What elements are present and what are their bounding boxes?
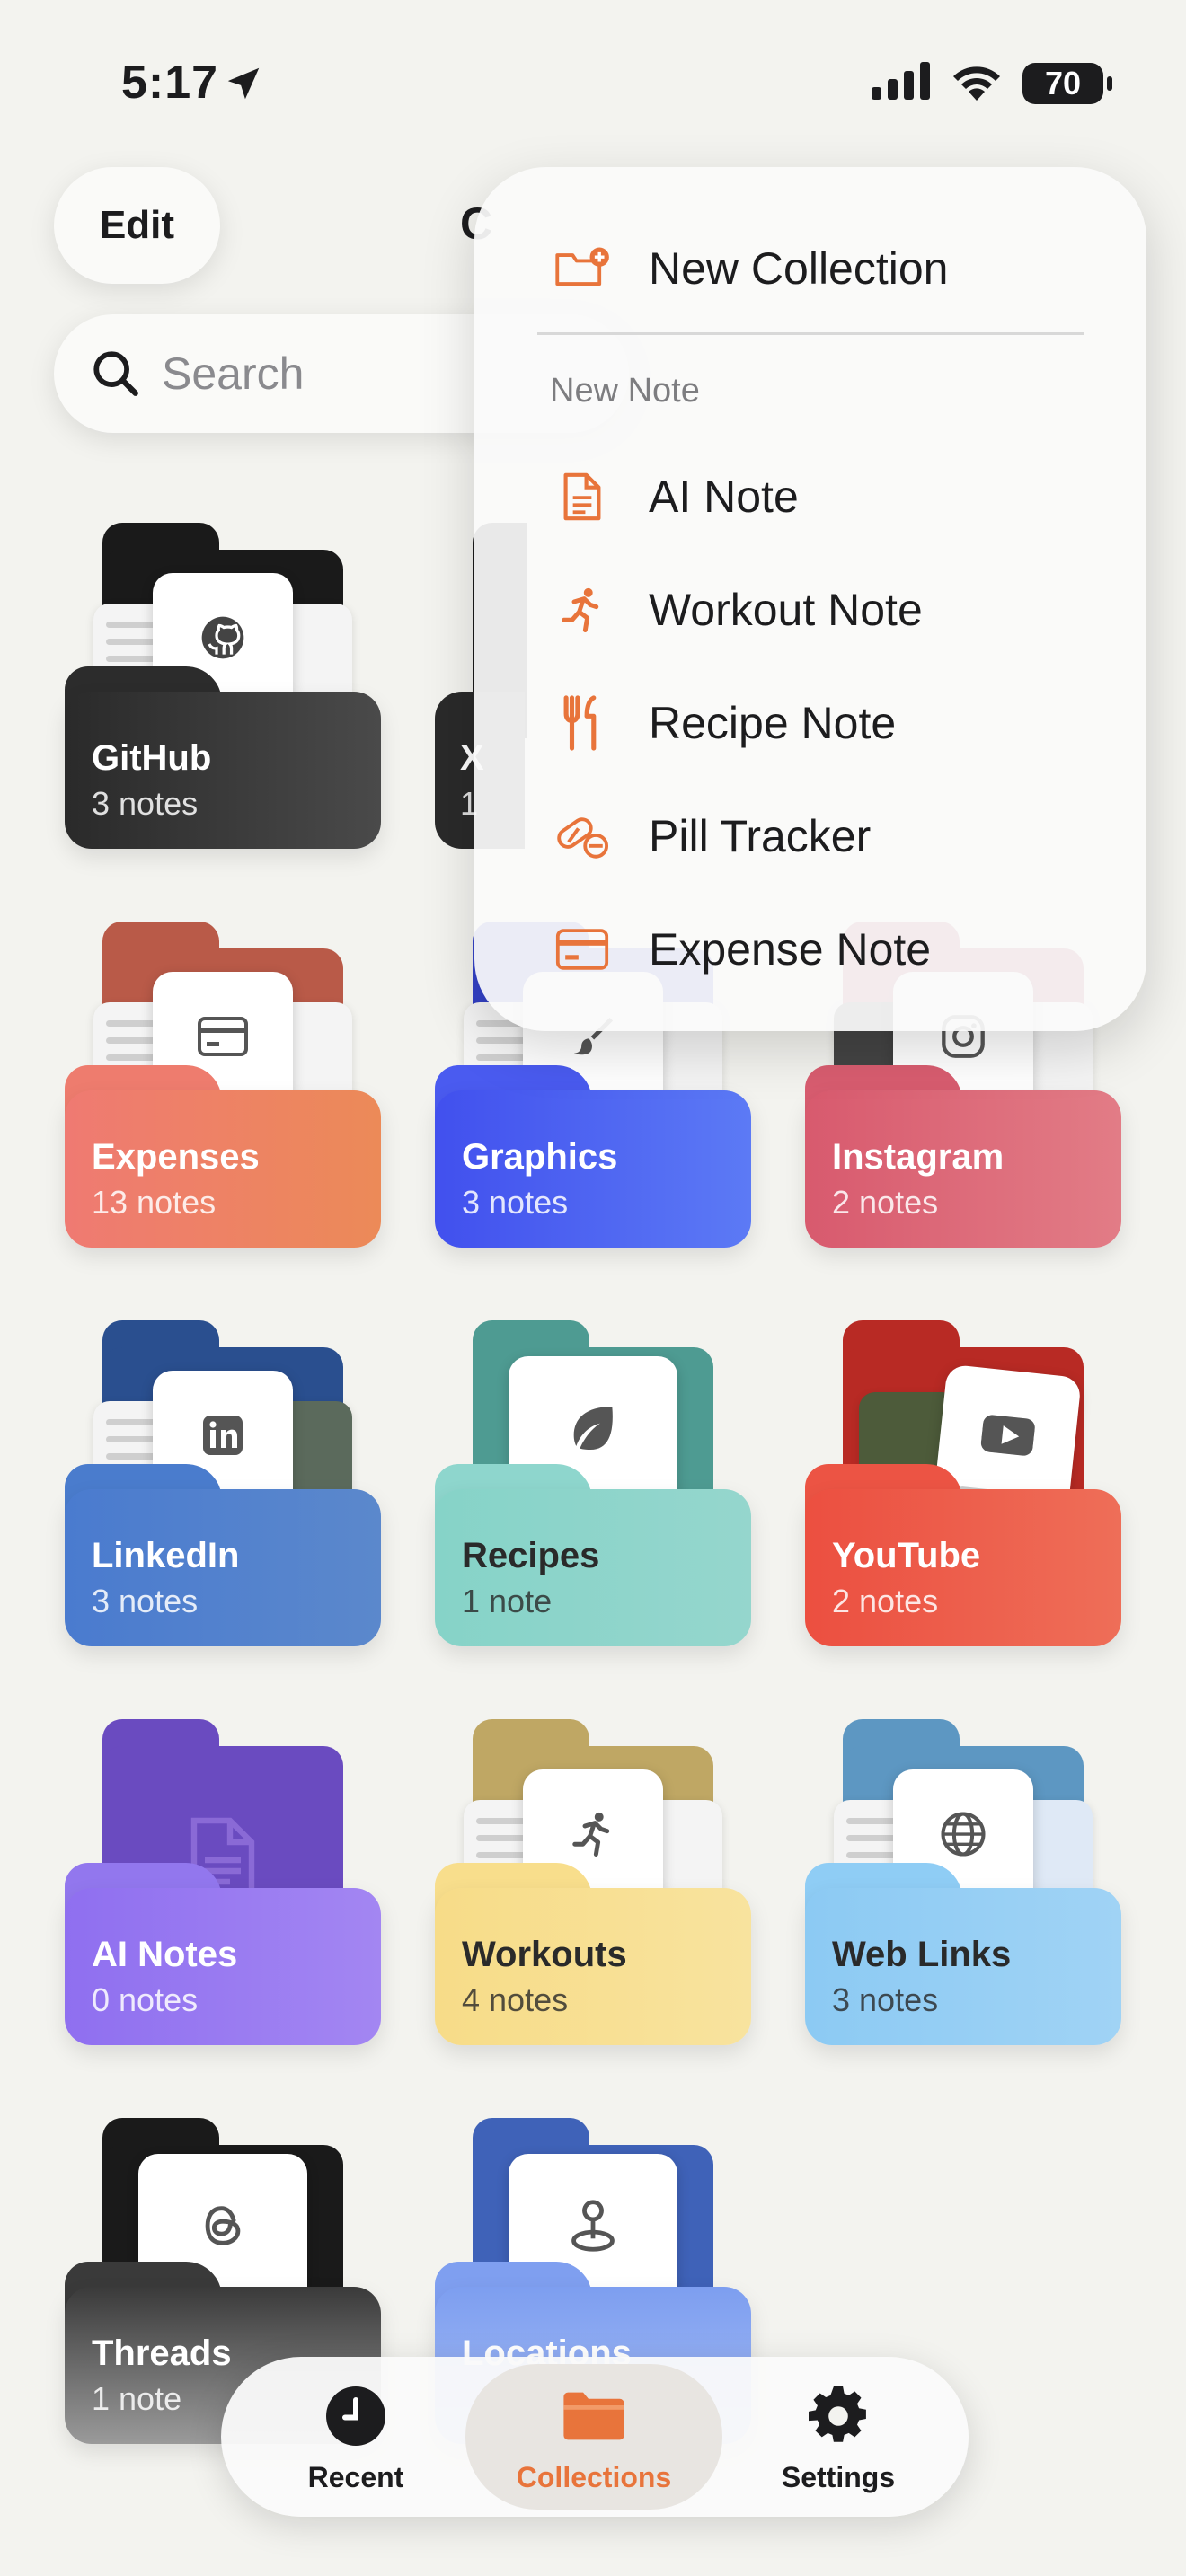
menu-divider [537,332,1084,335]
collection-count: 4 notes [462,1981,569,2018]
status-right: 70 [872,61,1112,105]
search-icon [90,348,142,400]
collection-count: 2 notes [832,1184,939,1221]
menu-label: Workout Note [649,585,923,635]
collection-name: LinkedIn [92,1536,240,1575]
context-menu: New Collection New Note AI Note Workout … [474,167,1146,1031]
signal-icon [872,62,931,104]
collection-recipes[interactable]: Recipes 1 note [435,1320,751,1657]
tab-settings[interactable]: Settings [708,2357,969,2517]
collection-expenses[interactable]: Expenses 13 notes [65,922,381,1258]
threads-icon [194,2197,252,2254]
edit-button[interactable]: Edit [54,167,220,284]
menu-label: New Collection [649,243,949,294]
tab-label: Collections [516,2461,672,2493]
clock-icon [323,2384,388,2448]
collection-github[interactable]: GitHub 3 notes [65,523,381,860]
github-icon [194,609,252,666]
globe-icon [934,1805,992,1863]
menu-label: Expense Note [649,924,932,975]
menu-recipe-note[interactable]: Recipe Note [474,674,1146,772]
collection-count: 3 notes [92,785,199,822]
leaf-icon [564,1399,622,1457]
collection-ai-notes[interactable]: AI Notes 0 notes [65,1719,381,2056]
collection-count: 1 note [92,2380,182,2417]
collection-web-links[interactable]: Web Links 3 notes [805,1719,1121,2056]
folder-plus-icon [553,240,611,297]
wifi-icon [951,61,1003,105]
collection-name: Graphics [462,1137,618,1177]
collection-name: Threads [92,2333,232,2373]
collection-workouts[interactable]: Workouts 4 notes [435,1719,751,2056]
menu-workout-note[interactable]: Workout Note [474,560,1146,659]
collection-youtube[interactable]: YouTube 2 notes [805,1320,1121,1657]
fork-knife-icon [553,694,611,752]
folder-icon [562,2384,626,2448]
collection-linkedin[interactable]: LinkedIn 3 notes [65,1320,381,1657]
collection-name: Recipes [462,1536,600,1575]
menu-label: Pill Tracker [649,811,872,861]
collection-count: 0 notes [92,1981,199,2018]
menu-pill-tracker[interactable]: Pill Tracker [474,787,1146,886]
tab-recent[interactable]: Recent [221,2357,491,2517]
location-arrow-icon [223,63,264,104]
tab-label: Recent [307,2461,404,2493]
collection-name: Instagram [832,1137,1005,1177]
collection-name: GitHub [92,738,212,778]
collection-name: Workouts [462,1935,627,1974]
runner-icon [564,1805,622,1863]
gear-icon [806,2384,871,2448]
document-icon [553,468,611,525]
linkedin-icon [194,1407,252,1464]
collection-count: 2 notes [832,1583,939,1619]
collection-count: 3 notes [462,1184,569,1221]
collection-name: YouTube [832,1536,981,1575]
collection-count: 3 notes [832,1981,939,2018]
map-pin-icon [564,2197,622,2254]
search-placeholder: Search [162,348,305,399]
pill-icon [553,807,611,865]
collection-name: Expenses [92,1137,260,1177]
collection-count: 3 notes [92,1583,199,1619]
collection-count: 1 note [462,1583,553,1619]
tab-collections[interactable]: Collections [465,2364,722,2510]
menu-section-label: New Note [550,372,700,410]
status-time: 5:17 [121,57,219,109]
menu-new-collection[interactable]: New Collection [474,219,1146,318]
menu-expense-note[interactable]: Expense Note [474,900,1146,999]
menu-label: Recipe Note [649,698,897,748]
card-icon [553,921,611,978]
menu-label: AI Note [649,472,799,522]
tab-bar: Recent Collections Settings [221,2357,969,2517]
collection-name: Web Links [832,1935,1012,1974]
youtube-icon [977,1404,1040,1467]
menu-ai-note[interactable]: AI Note [474,447,1146,546]
card-icon [194,1008,252,1065]
runner-icon [553,581,611,639]
battery-indicator: 70 [1022,62,1112,104]
collection-count: 13 notes [92,1184,217,1221]
collection-name: AI Notes [92,1935,238,1974]
tab-label: Settings [781,2461,896,2493]
